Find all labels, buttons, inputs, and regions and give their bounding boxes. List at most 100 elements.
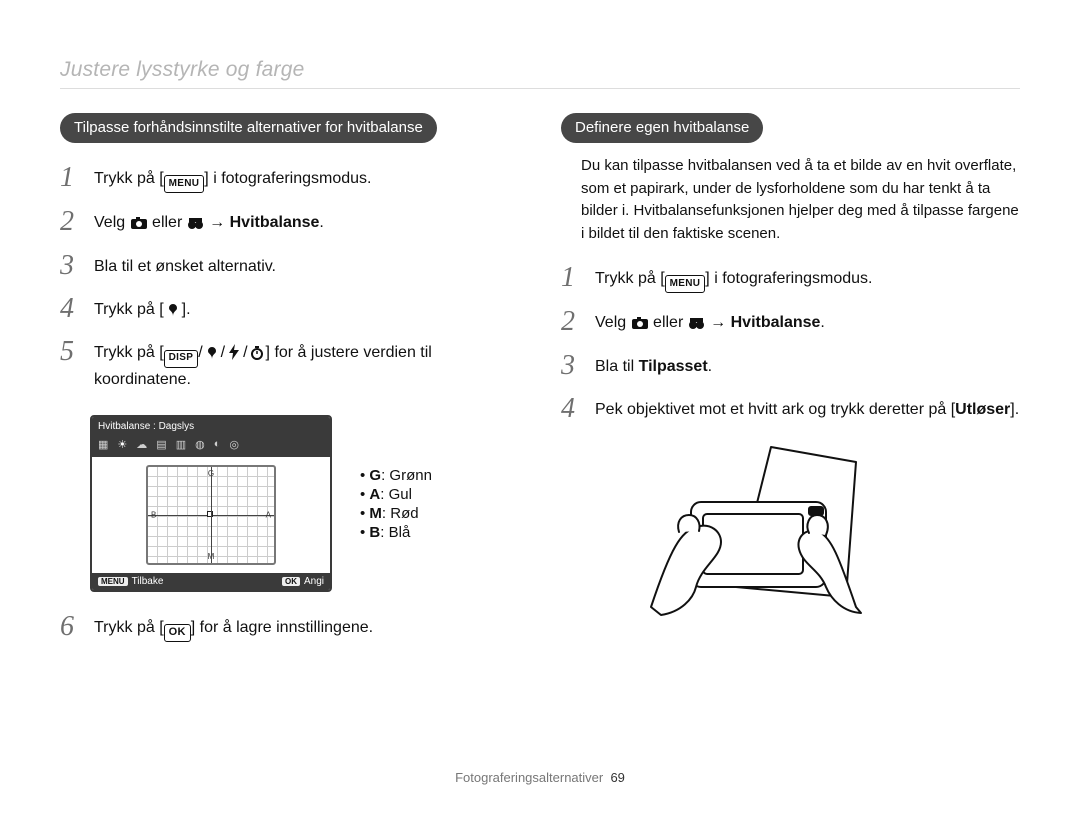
step-5: 5 Trykk på [DISP///] for å justere verdi… — [60, 337, 519, 390]
flash-icon — [225, 344, 243, 360]
ok-button-icon: OK — [164, 624, 191, 642]
step-number: 6 — [60, 612, 82, 641]
section-pill-left: Tilpasse forhåndsinnstilte alternativer … — [60, 113, 437, 143]
page-footer: Fotograferingsalternativer 69 — [0, 770, 1080, 785]
text: Velg — [595, 314, 631, 331]
step-3: 3 Bla til et ønsket alternativ. — [60, 251, 519, 280]
step-number: 1 — [60, 163, 82, 192]
menu-button-icon: MENU — [98, 577, 128, 586]
text: Trykk på [ — [94, 170, 164, 187]
legend-item: B: Blå — [360, 524, 432, 541]
ok-button-icon: OK — [282, 577, 300, 586]
left-steps-cont: 6 Trykk på [OK] for å lagre innstillinge… — [60, 612, 519, 642]
step-number: 1 — [561, 263, 583, 292]
grid-cursor — [207, 511, 213, 517]
arrow-icon: → — [205, 214, 230, 231]
macro-icon — [164, 302, 182, 318]
menu-button-icon: MENU — [164, 175, 205, 193]
text: ] i fotograferingsmodus. — [204, 170, 371, 187]
axis-label-a: A — [266, 510, 271, 519]
text: eller — [649, 314, 688, 331]
macro-icon — [203, 345, 221, 361]
wb-option-icon: ▦ — [98, 438, 108, 451]
step-4: 4 Trykk på []. — [60, 294, 519, 323]
wb-adjustment-grid: G A B M — [146, 465, 276, 565]
arrow-icon: → — [706, 314, 731, 331]
wb-option-icon: ▥ — [176, 438, 186, 451]
text: Trykk på [ — [595, 270, 665, 287]
wb-icon-row: ▦ ☀ ☁ ▤ ▥ ◍ ◐ ◎ — [92, 436, 330, 457]
text: Pek objektivet mot et hvitt ark og trykk… — [595, 401, 955, 418]
text: ] i fotograferingsmodus. — [705, 270, 872, 287]
intro-paragraph: Du kan tilpasse hvitbalansen ved å ta et… — [581, 155, 1020, 245]
page-number: 69 — [610, 770, 624, 785]
right-column: Definere egen hvitbalanse Du kan tilpass… — [561, 113, 1020, 656]
screenshot-title: Hvitbalanse : Dagslys — [92, 417, 330, 436]
legend-item: M: Rød — [360, 505, 432, 522]
text: Utløser — [955, 401, 1010, 418]
legend-item: G: Grønn — [360, 467, 432, 484]
step-1: 1 Trykk på [MENU] i fotograferingsmodus. — [561, 263, 1020, 293]
text: . — [319, 214, 323, 231]
step-2: 2 Velg eller → Hvitbalanse. — [60, 207, 519, 236]
step-number: 3 — [561, 351, 583, 380]
camera-screenshot: Hvitbalanse : Dagslys ▦ ☀ ☁ ▤ ▥ ◍ ◐ ◎ G — [90, 415, 332, 592]
color-legend: G: Grønn A: Gul M: Rød B: Blå — [360, 465, 432, 543]
step-1: 1 Trykk på [MENU] i fotograferingsmodus. — [60, 163, 519, 193]
text: Hvitbalanse — [230, 214, 320, 231]
text: ]. — [1010, 401, 1019, 418]
columns: Tilpasse forhåndsinnstilte alternativer … — [60, 113, 1020, 656]
legend-item: A: Gul — [360, 486, 432, 503]
step-number: 3 — [60, 251, 82, 280]
text: eller — [148, 214, 187, 231]
text: Hvitbalanse — [731, 314, 821, 331]
screenshot-and-legend: Hvitbalanse : Dagslys ▦ ☀ ☁ ▤ ▥ ◍ ◐ ◎ G — [60, 405, 519, 604]
text: ] for å lagre innstillingene. — [191, 619, 373, 636]
text: Trykk på [ — [94, 344, 164, 361]
timer-icon — [248, 345, 266, 361]
step-2: 2 Velg eller → Hvitbalanse. — [561, 307, 1020, 336]
text: Tilpasset — [639, 358, 708, 375]
wb-option-icon: ☁ — [136, 438, 147, 451]
section-pill-right: Definere egen hvitbalanse — [561, 113, 763, 143]
divider — [60, 88, 1020, 89]
screenshot-set: OK Angi — [282, 576, 324, 587]
left-steps: 1 Trykk på [MENU] i fotograferingsmodus.… — [60, 163, 519, 391]
camera-icon — [631, 315, 649, 331]
right-steps: 1 Trykk på [MENU] i fotograferingsmodus.… — [561, 263, 1020, 423]
text: Velg — [94, 214, 130, 231]
wb-option-icon: ☀ — [117, 438, 127, 451]
text: ]. — [182, 301, 191, 318]
text: Tilbake — [132, 576, 164, 587]
wb-option-icon: ◐ — [214, 438, 221, 451]
video-icon — [187, 215, 205, 231]
step-number: 2 — [561, 307, 583, 336]
text: Angi — [304, 576, 324, 587]
disp-button-icon: DISP — [164, 350, 199, 368]
video-icon — [688, 315, 706, 331]
text: Bla til et ønsket alternativ. — [94, 251, 276, 278]
footer-section: Fotograferingsalternativer — [455, 770, 603, 785]
text: Bla til — [595, 358, 639, 375]
step-number: 5 — [60, 337, 82, 366]
axis-label-m: M — [208, 552, 215, 561]
text: . — [708, 358, 712, 375]
text: . — [820, 314, 824, 331]
wb-option-icon: ◍ — [195, 438, 205, 451]
axis-label-g: G — [208, 469, 214, 478]
menu-button-icon: MENU — [665, 275, 706, 293]
camera-illustration — [621, 437, 881, 637]
left-column: Tilpasse forhåndsinnstilte alternativer … — [60, 113, 519, 656]
step-number: 4 — [561, 394, 583, 423]
axis-label-b: B — [151, 510, 156, 519]
screenshot-back: MENU Tilbake — [98, 576, 163, 587]
text: Trykk på [ — [94, 301, 164, 318]
wb-option-icon: ▤ — [156, 438, 166, 451]
step-number: 2 — [60, 207, 82, 236]
wb-option-icon: ◎ — [229, 438, 239, 451]
breadcrumb: Justere lysstyrke og farge — [60, 58, 1020, 82]
step-4: 4 Pek objektivet mot et hvitt ark og try… — [561, 394, 1020, 423]
camera-icon — [130, 215, 148, 231]
text: Trykk på [ — [94, 619, 164, 636]
step-number: 4 — [60, 294, 82, 323]
